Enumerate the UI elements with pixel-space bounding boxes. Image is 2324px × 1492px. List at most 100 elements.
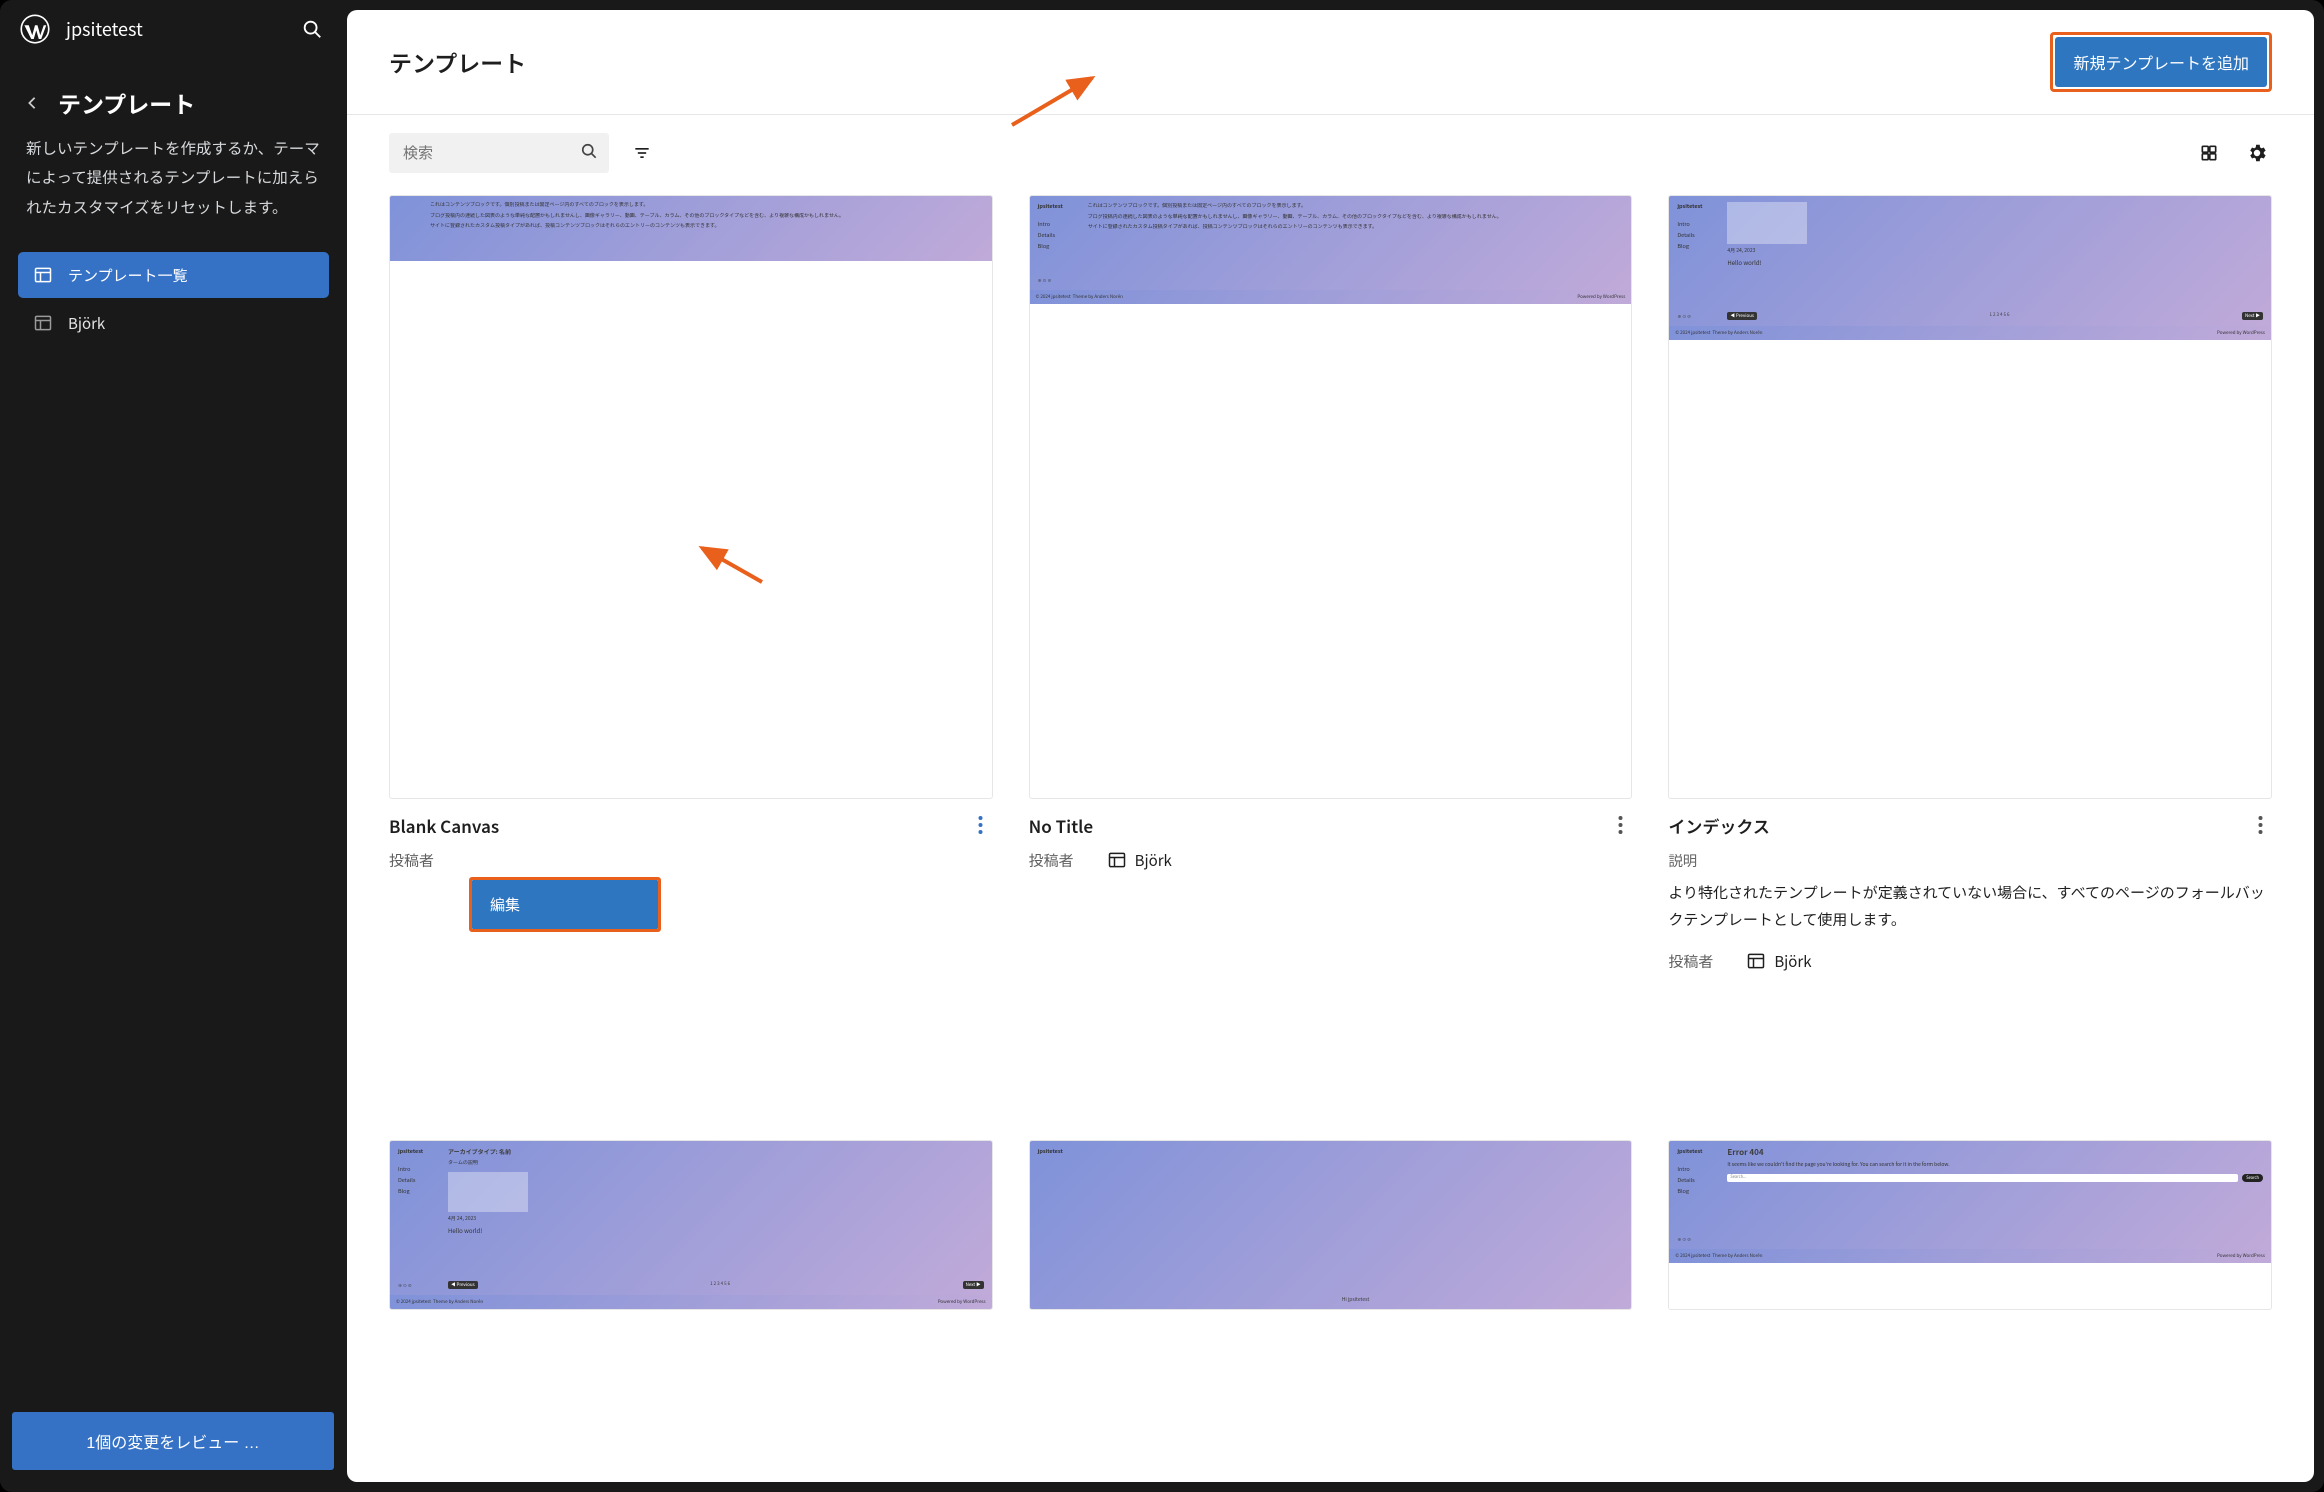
preview-text: It seems like we couldn't find the page … <box>1727 1161 2263 1169</box>
preview-nav: Details <box>398 1176 440 1184</box>
preview-text: 4月 24, 2023 <box>448 1215 984 1223</box>
sidebar-item-label: テンプレート一覧 <box>68 265 188 286</box>
search-input[interactable] <box>403 145 553 162</box>
preview-text: © 2024 jpsitetest <box>1036 294 1071 300</box>
template-preview[interactable]: jpsitetest Intro Details Blog ⊕ ⊙ ⊘ アーカイ… <box>389 1140 993 1310</box>
preview-text: Powered by WordPress <box>1577 294 1625 300</box>
preview-text: © 2024 jpsitetest <box>1675 330 1710 336</box>
sidebar-item-bjork[interactable]: Björk <box>18 300 329 346</box>
preview-text: Next <box>2245 313 2255 319</box>
preview-nav: Details <box>1677 231 1719 239</box>
preview-sitename: jpsitetest <box>1677 202 1719 210</box>
layout-icon <box>32 312 54 334</box>
annotation-highlight: 新規テンプレートを追加 <box>2050 32 2272 92</box>
author-theme[interactable]: Björk <box>1746 951 1811 972</box>
author-theme[interactable]: Björk <box>1107 850 1172 871</box>
template-card: jpsitetest Intro Details Blog ⊕ ⊙ ⊘ これはコ… <box>1029 195 1633 1104</box>
template-preview[interactable]: jpsitetest Hi jpsitetest <box>1029 1140 1633 1310</box>
preview-text: Theme by Anders Norén <box>1073 294 1123 300</box>
template-card: jpsitetest Intro Details Blog ⊕ ⊙ ⊘ アーカイ… <box>389 1140 993 1442</box>
template-preview[interactable]: jpsitetest Intro Details Blog ⊕ ⊙ ⊘ Erro… <box>1668 1140 2272 1310</box>
description-label: 説明 <box>1668 850 2272 871</box>
template-title: Blank Canvas <box>389 813 499 838</box>
preview-text: アーカイブタイプ: 名前 <box>448 1147 984 1156</box>
template-preview[interactable]: jpsitetest Intro Details Blog ⊕ ⊙ ⊘ 4月 2… <box>1668 195 2272 799</box>
filter-icon[interactable] <box>627 138 657 168</box>
preview-text: © 2024 jpsitetest <box>396 1299 431 1305</box>
edit-menu-popover: 編集 <box>469 877 993 932</box>
layout-icon <box>32 264 54 286</box>
sidebar-item-label: Björk <box>68 313 105 334</box>
preview-text: タームの説明 <box>448 1159 984 1167</box>
preview-nav: Intro <box>1038 220 1080 228</box>
preview-text: Powered by WordPress <box>938 1299 986 1305</box>
preview-text: Previous <box>457 1282 475 1288</box>
back-chevron-icon[interactable] <box>18 96 46 110</box>
preview-text: Previous <box>1736 313 1754 319</box>
sidebar-heading: テンプレート <box>58 86 195 120</box>
preview-nav: Intro <box>1677 220 1719 228</box>
search-icon[interactable] <box>295 12 329 46</box>
search-icon[interactable] <box>579 141 599 166</box>
grid-view-icon[interactable] <box>2194 138 2224 168</box>
sidebar-item-templates-all[interactable]: テンプレート一覧 <box>18 252 329 298</box>
main-panel: テンプレート 新規テンプレートを追加 <box>347 10 2314 1482</box>
author-label: 投稿者 <box>389 850 459 871</box>
preview-sitename: jpsitetest <box>1677 1147 1719 1155</box>
template-preview[interactable]: これはコンテンツブロックです。個別投稿または固定ページ内のすべてのブロックを表示… <box>389 195 993 799</box>
preview-text: Theme by Anders Norén <box>433 1299 483 1305</box>
sidebar-menu: テンプレート一覧 Björk <box>0 252 347 346</box>
preview-text: Next <box>966 1282 976 1288</box>
author-label: 投稿者 <box>1029 850 1099 871</box>
author-name: Björk <box>1774 951 1811 972</box>
more-options-icon[interactable] <box>1608 813 1632 837</box>
preview-text: © 2024 jpsitetest <box>1675 1253 1710 1259</box>
preview-nav: Blog <box>1038 242 1080 250</box>
preview-nav: Details <box>1677 1176 1719 1184</box>
preview-nav: Details <box>1038 231 1080 239</box>
preview-text: Error 404 <box>1727 1147 2263 1158</box>
search-input-wrapper[interactable] <box>389 133 609 173</box>
template-card: jpsitetest Hi jpsitetest <box>1029 1140 1633 1442</box>
preview-text: Search... <box>1727 1174 2238 1182</box>
preview-sitename: jpsitetest <box>1038 1147 1080 1155</box>
preview-text: Theme by Anders Norén <box>1712 1253 1762 1259</box>
template-title: No Title <box>1029 813 1093 838</box>
layout-icon <box>1107 850 1127 870</box>
preview-text: Hello world! <box>448 1226 984 1235</box>
more-options-icon[interactable] <box>2248 813 2272 837</box>
wordpress-logo[interactable] <box>18 12 52 46</box>
preview-nav: Blog <box>398 1187 440 1195</box>
preview-nav: Intro <box>1677 1165 1719 1173</box>
preview-text: Search <box>2242 1174 2263 1182</box>
template-title: インデックス <box>1668 813 1770 838</box>
sidebar: jpsitetest テンプレート 新しいテンプレートを作成するか、テーマによっ… <box>0 0 347 1492</box>
preview-text: 4月 24, 2023 <box>1727 247 2263 255</box>
edit-button[interactable]: 編集 <box>472 880 658 929</box>
more-options-icon[interactable] <box>969 813 993 837</box>
site-title[interactable]: jpsitetest <box>66 16 143 42</box>
add-template-button[interactable]: 新規テンプレートを追加 <box>2055 37 2267 87</box>
gear-icon[interactable] <box>2242 138 2272 168</box>
preview-sitename: jpsitetest <box>398 1147 440 1155</box>
review-changes-button[interactable]: 1個の変更をレビュー … <box>12 1412 334 1470</box>
author-label: 投稿者 <box>1668 951 1738 972</box>
template-card: jpsitetest Intro Details Blog ⊕ ⊙ ⊘ Erro… <box>1668 1140 2272 1442</box>
author-name: Björk <box>1135 850 1172 871</box>
template-preview[interactable]: jpsitetest Intro Details Blog ⊕ ⊙ ⊘ これはコ… <box>1029 195 1633 799</box>
template-card: jpsitetest Intro Details Blog ⊕ ⊙ ⊘ 4月 2… <box>1668 195 2272 1104</box>
preview-nav: Blog <box>1677 242 1719 250</box>
sidebar-description: 新しいテンプレートを作成するか、テーマによって提供されるテンプレートに加えられた… <box>0 134 347 222</box>
preview-nav: Blog <box>1677 1187 1719 1195</box>
layout-icon <box>1746 951 1766 971</box>
page-title: テンプレート <box>389 45 526 79</box>
preview-text: Hello world! <box>1727 258 2263 267</box>
annotation-highlight: 編集 <box>469 877 661 932</box>
preview-text: Powered by WordPress <box>2217 1253 2265 1259</box>
preview-text: Powered by WordPress <box>2217 330 2265 336</box>
preview-nav: Intro <box>398 1165 440 1173</box>
preview-sitename: jpsitetest <box>1038 202 1080 210</box>
template-card: これはコンテンツブロックです。個別投稿または固定ページ内のすべてのブロックを表示… <box>389 195 993 1104</box>
preview-text: Theme by Anders Norén <box>1712 330 1762 336</box>
description-text: より特化されたテンプレートが定義されていない場合に、すべてのページのフォールバッ… <box>1668 879 2272 933</box>
